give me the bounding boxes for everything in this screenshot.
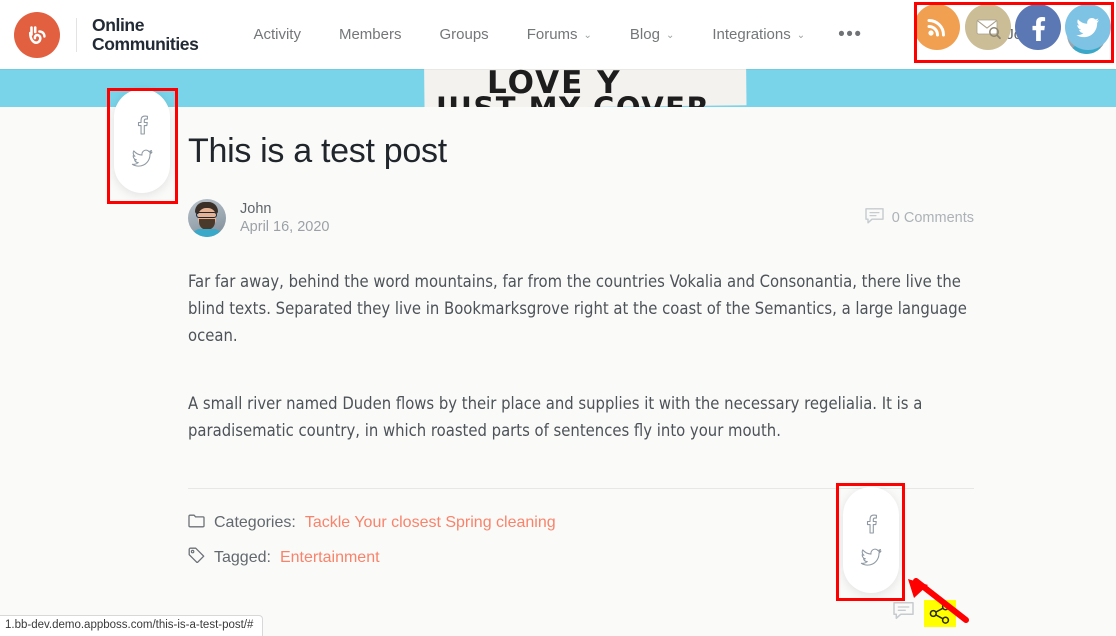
twitter-icon[interactable] (1065, 4, 1111, 50)
annotation-arrow (908, 578, 969, 623)
comment-icon (865, 207, 884, 229)
chevron-down-icon: ⌄ (796, 30, 806, 41)
page-title: This is a test post (188, 132, 447, 170)
page-root: Online Communities Activity Members Grou… (0, 0, 1116, 636)
tagged-label: Tagged: (214, 548, 271, 566)
nav-more-icon[interactable]: ••• (824, 24, 876, 46)
post-paragraph-1: Far far away, behind the word mountains,… (188, 272, 967, 345)
chevron-down-icon: ⌄ (583, 30, 592, 41)
comments-count: 0 Comments (891, 210, 974, 226)
content-divider (188, 488, 974, 489)
nav-label: Groups (439, 26, 489, 43)
facebook-icon[interactable] (1015, 4, 1061, 50)
main-nav: Activity Members Groups Forums ⌄ Blog ⌄ … (234, 24, 876, 46)
share-pill-top (114, 89, 170, 193)
nav-label: Blog (629, 26, 660, 43)
nav-label: Integrations (712, 26, 791, 43)
post-meta: John April 16, 2020 0 Comments (188, 198, 974, 238)
twitter-share-icon[interactable] (860, 548, 882, 567)
cover-banner: LOVE Y JUST MY COVER. (0, 69, 1116, 107)
facebook-share-icon[interactable] (863, 514, 880, 534)
avatar[interactable] (188, 199, 226, 237)
brand-name-line2: Communities (92, 33, 199, 54)
chevron-down-icon: ⌄ (665, 30, 675, 41)
nav-item-integrations[interactable]: Integrations ⌄ (693, 26, 824, 43)
buddyboss-logo-icon[interactable] (14, 11, 60, 58)
post-date: April 16, 2020 (240, 218, 330, 235)
avatar-shirt (192, 229, 222, 237)
brand-name: Online Communities (92, 14, 199, 54)
brand-divider (76, 17, 77, 52)
brand-name-line1: Online (92, 14, 145, 35)
facebook-share-icon[interactable] (134, 115, 151, 135)
nav-item-activity[interactable]: Activity (234, 26, 320, 43)
twitter-share-icon[interactable] (131, 149, 153, 168)
nav-item-members[interactable]: Members (320, 26, 421, 43)
site-header: Online Communities Activity Members Grou… (0, 0, 1116, 69)
tag-icon (188, 547, 205, 568)
brand-logo[interactable]: Online Communities (0, 11, 199, 58)
comments-link[interactable]: 0 Comments (865, 207, 974, 229)
nav-item-forums[interactable]: Forums ⌄ (508, 26, 611, 43)
cover-text-line2: JUST MY COVER. (436, 91, 723, 107)
post-author[interactable]: John (240, 200, 329, 218)
category-link[interactable]: Tackle Your closest Spring cleaning (305, 514, 556, 532)
categories-label: Categories: (214, 514, 296, 531)
nav-item-blog[interactable]: Blog ⌄ (611, 26, 693, 43)
folder-icon (188, 513, 205, 533)
share-pill-bottom (843, 487, 899, 593)
nav-label: Activity (253, 26, 301, 43)
rss-icon[interactable] (914, 4, 960, 50)
email-search-icon[interactable] (965, 4, 1011, 50)
nav-label: Forums (526, 26, 578, 43)
status-bar-url: 1.bb-dev.demo.appboss.com/this-is-a-test… (0, 615, 264, 636)
avatar-glasses (196, 212, 217, 218)
logo-glyph (14, 12, 60, 58)
nav-item-groups[interactable]: Groups (420, 26, 507, 43)
tag-link[interactable]: Entertainment (280, 549, 380, 567)
social-share-cluster (914, 4, 1111, 50)
nav-label: Members (338, 26, 402, 43)
post-paragraph-2: A small river named Duden flows by their… (188, 394, 923, 440)
post-meta-names: John April 16, 2020 (240, 200, 329, 237)
